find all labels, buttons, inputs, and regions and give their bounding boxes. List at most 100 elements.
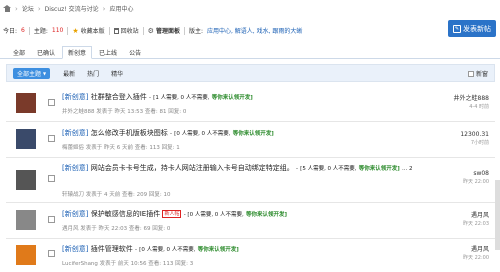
thread-vote-stats: [5 人需要, 0 人不需要, <box>300 166 357 172</box>
forum-stats-bar: 今日: 6 主题: 110 ★ 收藏本版 回收站 ⚙ 管理面板 版主: 应用中心, … <box>3 26 302 35</box>
last-reply: 12300.31 7小时前 <box>460 131 489 147</box>
chevron-down-icon: ▼ <box>43 70 47 76</box>
thread-author[interactable]: 梅蕾姬俗 <box>62 145 84 151</box>
thread-title-line: [新创意] 插件管理软件 - [0 人需要, 0 人不需要, 等你来认领开发] <box>62 245 239 253</box>
thread-tag[interactable]: [新创意] <box>62 245 88 253</box>
thread-title[interactable]: 社群整合登入插件 <box>91 93 147 101</box>
divider <box>142 26 144 35</box>
recycle-bin-button[interactable]: 回收站 <box>113 26 139 35</box>
divider <box>108 26 110 35</box>
favorite-forum-button[interactable]: ★ 收藏本版 <box>72 26 104 36</box>
last-reply-time: 昨天 22:03 <box>463 221 489 227</box>
thread-row[interactable]: [新创意] 怎么修改手机版板块图标 - [0 人需要, 0 人不需要, 等你来认… <box>6 122 495 158</box>
last-reply-user[interactable]: 12300.31 <box>460 131 489 139</box>
thread-status: 等你来认领开发] <box>246 212 288 218</box>
new-window-toggle[interactable]: 新窗 <box>467 69 488 78</box>
thread-checkbox[interactable] <box>48 135 55 142</box>
topics-label: 主题: <box>33 28 48 35</box>
last-reply-time: 4-4 时前 <box>469 104 489 110</box>
avatar[interactable] <box>16 170 36 190</box>
tab-online[interactable]: 已上线 <box>94 46 122 58</box>
last-reply-user[interactable]: 遇月风 <box>463 212 489 220</box>
moderator-label: 版主: <box>188 28 203 35</box>
thread-author[interactable]: 井外之蛙888 <box>62 109 95 115</box>
thread-status: 等你来认领开发] <box>232 131 274 137</box>
trash-icon <box>113 27 119 34</box>
thread-checkbox[interactable] <box>48 250 55 257</box>
thread-vote-stats: [0 人需要, 0 人不需要, <box>174 131 231 137</box>
breadcrumb-separator: › <box>15 4 18 13</box>
thread-meta: 井外之蛙888 发表于 昨天 13:53 查看: 81 回复: 0 <box>62 109 187 115</box>
manage-panel-button[interactable]: ⚙ 管理面板 <box>148 26 180 36</box>
filter-hot[interactable]: 热门 <box>82 68 104 79</box>
last-reply-time: 昨天 22:00 <box>463 255 489 261</box>
category-tabs: 全部 已确认 新创意 已上线 公告 <box>0 44 500 59</box>
last-reply-time: 7小时前 <box>470 140 489 146</box>
breadcrumb-item-forum[interactable]: 论坛 <box>22 4 34 13</box>
theme-dropdown[interactable]: 全部主题 ▼ <box>13 67 51 79</box>
thread-author[interactable]: 遇月风 <box>62 226 79 232</box>
newbie-badge: 新人帖 <box>162 210 182 218</box>
thread-author[interactable]: LuciferShang <box>62 261 98 267</box>
filter-bar: 全部主题 ▼ 最新 热门 精华 新窗 <box>6 64 495 82</box>
thread-vote-stats: [1 人需要, 0 人不需要, <box>153 95 210 101</box>
thread-meta: 遇月风 发表于 昨天 22:03 查看: 69 回复: 0 <box>62 226 171 232</box>
today-label: 今日: <box>3 28 18 35</box>
thread-title-line: [新创意] 网站会员卡卡号生成，持卡人网站注册输入卡号自动绑定特定组。 - [5… <box>62 164 413 172</box>
last-reply-user[interactable]: 井外之蛙888 <box>454 95 489 103</box>
thread-checkbox[interactable] <box>48 216 55 223</box>
tab-new-idea[interactable]: 新创意 <box>62 46 93 59</box>
thread-checkbox[interactable] <box>48 175 55 182</box>
breadcrumb-separator: › <box>37 4 41 13</box>
new-window-checkbox[interactable] <box>467 70 474 77</box>
breadcrumb: › 论坛 › Discuz! 交流与讨论 › 应用中心 <box>3 3 133 14</box>
avatar[interactable] <box>16 93 36 113</box>
thread-title-line: [新创意] 保护敏感信息的IE插件 新人帖 - [0 人需要, 0 人不需要, … <box>62 209 432 221</box>
thread-title[interactable]: 保护敏感信息的IE插件 <box>91 210 161 218</box>
moderator-list[interactable]: 应用中心, 解语人, 戏水, 跟雨的大蜥 <box>207 26 302 35</box>
thread-author[interactable]: 轩辕战刀 <box>62 192 84 198</box>
thread-meta: 梅蕾姬俗 发表于 昨天 6 天前 查看: 113 回复: 1 <box>62 145 180 151</box>
divider <box>183 26 185 35</box>
last-reply: 井外之蛙888 4-4 时前 <box>454 95 489 111</box>
tab-announcement[interactable]: 公告 <box>124 46 146 58</box>
thread-tag[interactable]: [新创意] <box>62 210 88 218</box>
avatar[interactable] <box>16 129 36 149</box>
topics-count: 110 <box>51 27 64 34</box>
thread-tag[interactable]: [新创意] <box>62 93 88 101</box>
last-reply: 遇月风 昨天 22:03 <box>463 212 489 228</box>
thread-title[interactable]: 网站会员卡卡号生成，持卡人网站注册输入卡号自动绑定特定组。 <box>91 164 294 172</box>
tab-all[interactable]: 全部 <box>8 46 30 58</box>
thread-pages[interactable]: ... 2 <box>402 166 413 172</box>
thread-status: 等你来认领开发] <box>197 247 239 253</box>
last-reply-user[interactable]: 遇月风 <box>463 246 489 254</box>
thread-status: 等你来认领开发] <box>358 166 400 172</box>
breadcrumb-item-discuz[interactable]: Discuz! 交流与讨论 <box>45 4 99 13</box>
thread-title-line: [新创意] 社群整合登入插件 - [1 人需要, 0 人不需要, 等你来认领开发… <box>62 93 253 101</box>
thread-row[interactable]: [新创意] 保护敏感信息的IE插件 新人帖 - [0 人需要, 0 人不需要, … <box>6 203 495 239</box>
thread-checkbox[interactable] <box>48 99 55 106</box>
thread-tag[interactable]: [新创意] <box>62 129 88 137</box>
thread-title[interactable]: 怎么修改手机版板块图标 <box>91 129 168 137</box>
last-reply-user[interactable]: sw08 <box>463 170 489 178</box>
scrollbar[interactable] <box>495 180 500 250</box>
thread-tag[interactable]: [新创意] <box>62 164 88 172</box>
filter-digest[interactable]: 精华 <box>106 68 128 79</box>
pencil-icon: ✎ <box>453 24 461 33</box>
filter-latest[interactable]: 最新 <box>58 68 80 79</box>
home-icon[interactable] <box>3 5 11 12</box>
last-reply: sw08 昨天 22:00 <box>463 170 489 186</box>
thread-row[interactable]: [新创意] 网站会员卡卡号生成，持卡人网站注册输入卡号自动绑定特定组。 - [5… <box>6 158 495 203</box>
avatar[interactable] <box>16 245 36 265</box>
thread-meta: LuciferShang 发表于 前天 10:56 查看: 113 回复: 3 <box>62 261 194 267</box>
tab-confirmed[interactable]: 已确认 <box>32 46 60 58</box>
new-post-button[interactable]: ✎ 发表新帖 <box>448 20 496 37</box>
breadcrumb-item-app-center[interactable]: 应用中心 <box>109 4 133 13</box>
thread-title[interactable]: 插件管理软件 <box>91 245 133 253</box>
thread-meta: 轩辕战刀 发表于 4 天前 查看: 209 回复: 10 <box>62 192 171 198</box>
thread-row[interactable]: [新创意] 社群整合登入插件 - [1 人需要, 0 人不需要, 等你来认领开发… <box>6 86 495 122</box>
last-reply: 遇月风 昨天 22:00 <box>463 246 489 262</box>
thread-row[interactable]: [新创意] 插件管理软件 - [0 人需要, 0 人不需要, 等你来认领开发] … <box>6 239 495 272</box>
today-count: 6 <box>21 27 25 34</box>
avatar[interactable] <box>16 210 36 230</box>
